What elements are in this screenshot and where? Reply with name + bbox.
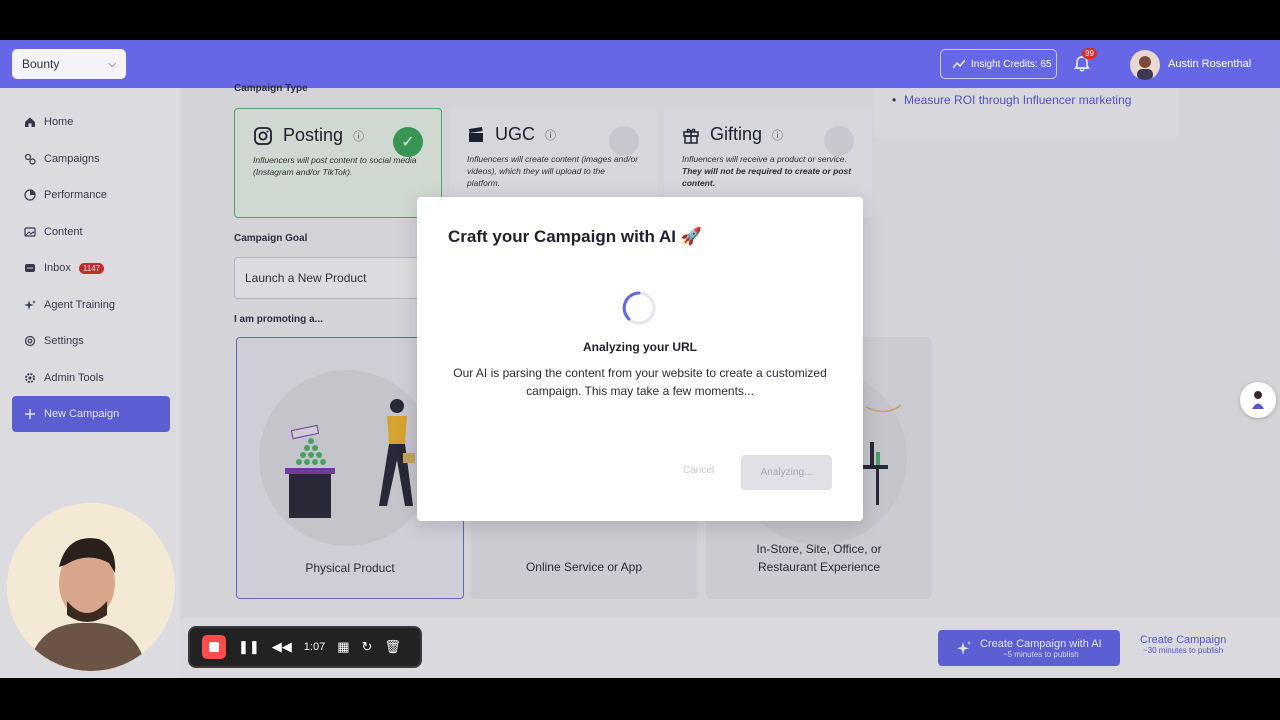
avatar[interactable] <box>1130 50 1160 80</box>
user-name[interactable]: Austin Rosenthal <box>1168 58 1251 70</box>
status-text: Our AI is parsing the content from your … <box>453 366 827 398</box>
rewind-icon[interactable]: ◀◀ <box>272 639 292 655</box>
restart-icon[interactable]: ↻ <box>362 639 373 655</box>
cancel-button[interactable]: Cancel <box>683 465 714 476</box>
insight-credits-button[interactable]: Insight Credits: 65 <box>940 49 1057 79</box>
trash-icon[interactable]: 🗑 <box>384 639 401 655</box>
pause-icon[interactable]: ❚❚ <box>238 639 260 655</box>
ai-campaign-modal: Craft your Campaign with AI 🚀 Analyzing … <box>417 197 863 521</box>
modal-title: Craft your Campaign with AI 🚀 <box>448 227 702 246</box>
top-bar: Bounty ⌵ Insight Credits: 65 99 Austin R… <box>0 40 1280 88</box>
recording-timer: 1:07 <box>303 641 326 653</box>
analyzing-button[interactable]: Analyzing... <box>741 455 832 490</box>
webcam-overlay <box>7 503 175 671</box>
loading-spinner-icon <box>622 291 656 325</box>
workspace-selector[interactable]: Bounty ⌵ <box>12 49 126 79</box>
notification-badge: 99 <box>1082 48 1097 59</box>
status-title: Analyzing your URL <box>582 340 697 354</box>
app-viewport: Bounty ⌵ Insight Credits: 65 99 Austin R… <box>0 40 1280 678</box>
stop-recording-button[interactable] <box>202 635 226 659</box>
insight-credits-label: Insight Credits: 65 <box>971 58 1052 70</box>
grid-icon[interactable]: ▦ <box>337 639 349 655</box>
trend-icon <box>953 59 965 69</box>
chevron-down-icon: ⌵ <box>108 58 116 70</box>
support-chat-button[interactable] <box>1240 382 1276 418</box>
recording-toolbar: ❚❚ ◀◀ 1:07 ▦ ↻ 🗑 <box>188 626 422 668</box>
workspace-name: Bounty <box>22 57 60 71</box>
